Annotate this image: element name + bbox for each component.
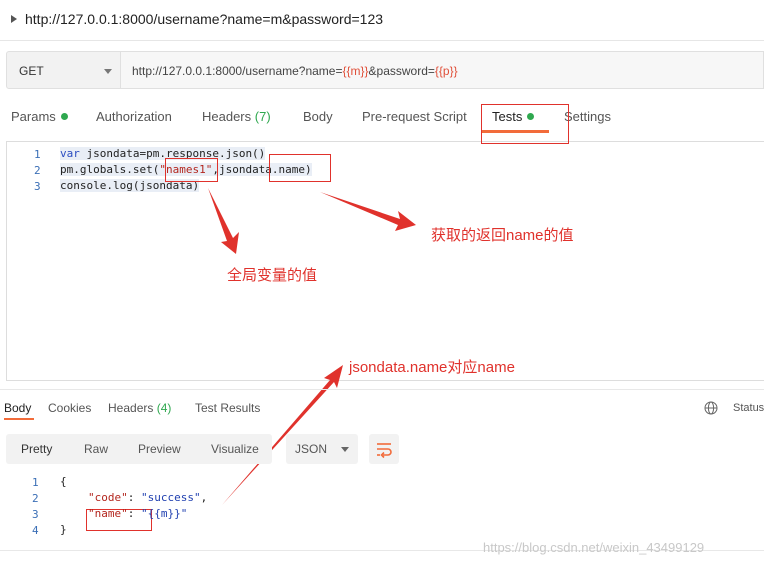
line-number: 2 [32, 492, 39, 505]
response-tab-headers-label: Headers [108, 401, 154, 415]
format-toggle-group: Pretty Raw Preview Visualize [6, 434, 272, 464]
line-number: 3 [32, 508, 39, 521]
format-type-label: JSON [295, 442, 328, 456]
preview-button[interactable]: Preview [138, 442, 181, 456]
annotation-return-name: 获取的返回name的值 [431, 227, 574, 244]
annotation-global-value: 全局变量的值 [227, 267, 318, 284]
response-tab-cookies[interactable]: Cookies [48, 401, 91, 415]
response-tab-test-results[interactable]: Test Results [195, 401, 260, 415]
status-label: Status [733, 402, 764, 414]
json-value: "success" [141, 491, 201, 504]
json-line-code: "code": "success", [88, 491, 208, 504]
globe-icon[interactable] [704, 401, 718, 415]
pretty-button[interactable]: Pretty [21, 442, 52, 456]
response-tab-headers[interactable]: Headers (4) [108, 401, 171, 415]
json-key: "code" [88, 491, 128, 504]
watermark: https://blog.csdn.net/weixin_43499129 [483, 540, 705, 555]
raw-button[interactable]: Raw [84, 442, 108, 456]
response-tab-body[interactable]: Body [4, 401, 31, 415]
json-open-brace: { [60, 475, 67, 488]
json-key: "name" [88, 507, 128, 520]
chevron-down-icon [341, 447, 349, 452]
json-close-brace: } [60, 523, 67, 536]
json-line-name: "name": "{{m}}" [88, 507, 188, 520]
json-value: "{{m}}" [141, 507, 188, 520]
line-number: 1 [32, 476, 39, 489]
arrow-global-value [208, 188, 239, 254]
divider [0, 389, 764, 390]
wrap-lines-icon [377, 443, 392, 459]
active-tab-underline [4, 418, 34, 420]
arrow-return-name [320, 192, 416, 231]
annotation-jsondata-name: jsondata.name对应name [349, 359, 515, 376]
line-number: 4 [32, 524, 39, 537]
response-headers-count: (4) [156, 401, 172, 415]
wrap-lines-button[interactable] [369, 434, 399, 464]
visualize-button[interactable]: Visualize [211, 442, 259, 456]
annotation-arrows [208, 188, 416, 505]
format-type-select[interactable]: JSON [286, 434, 358, 464]
